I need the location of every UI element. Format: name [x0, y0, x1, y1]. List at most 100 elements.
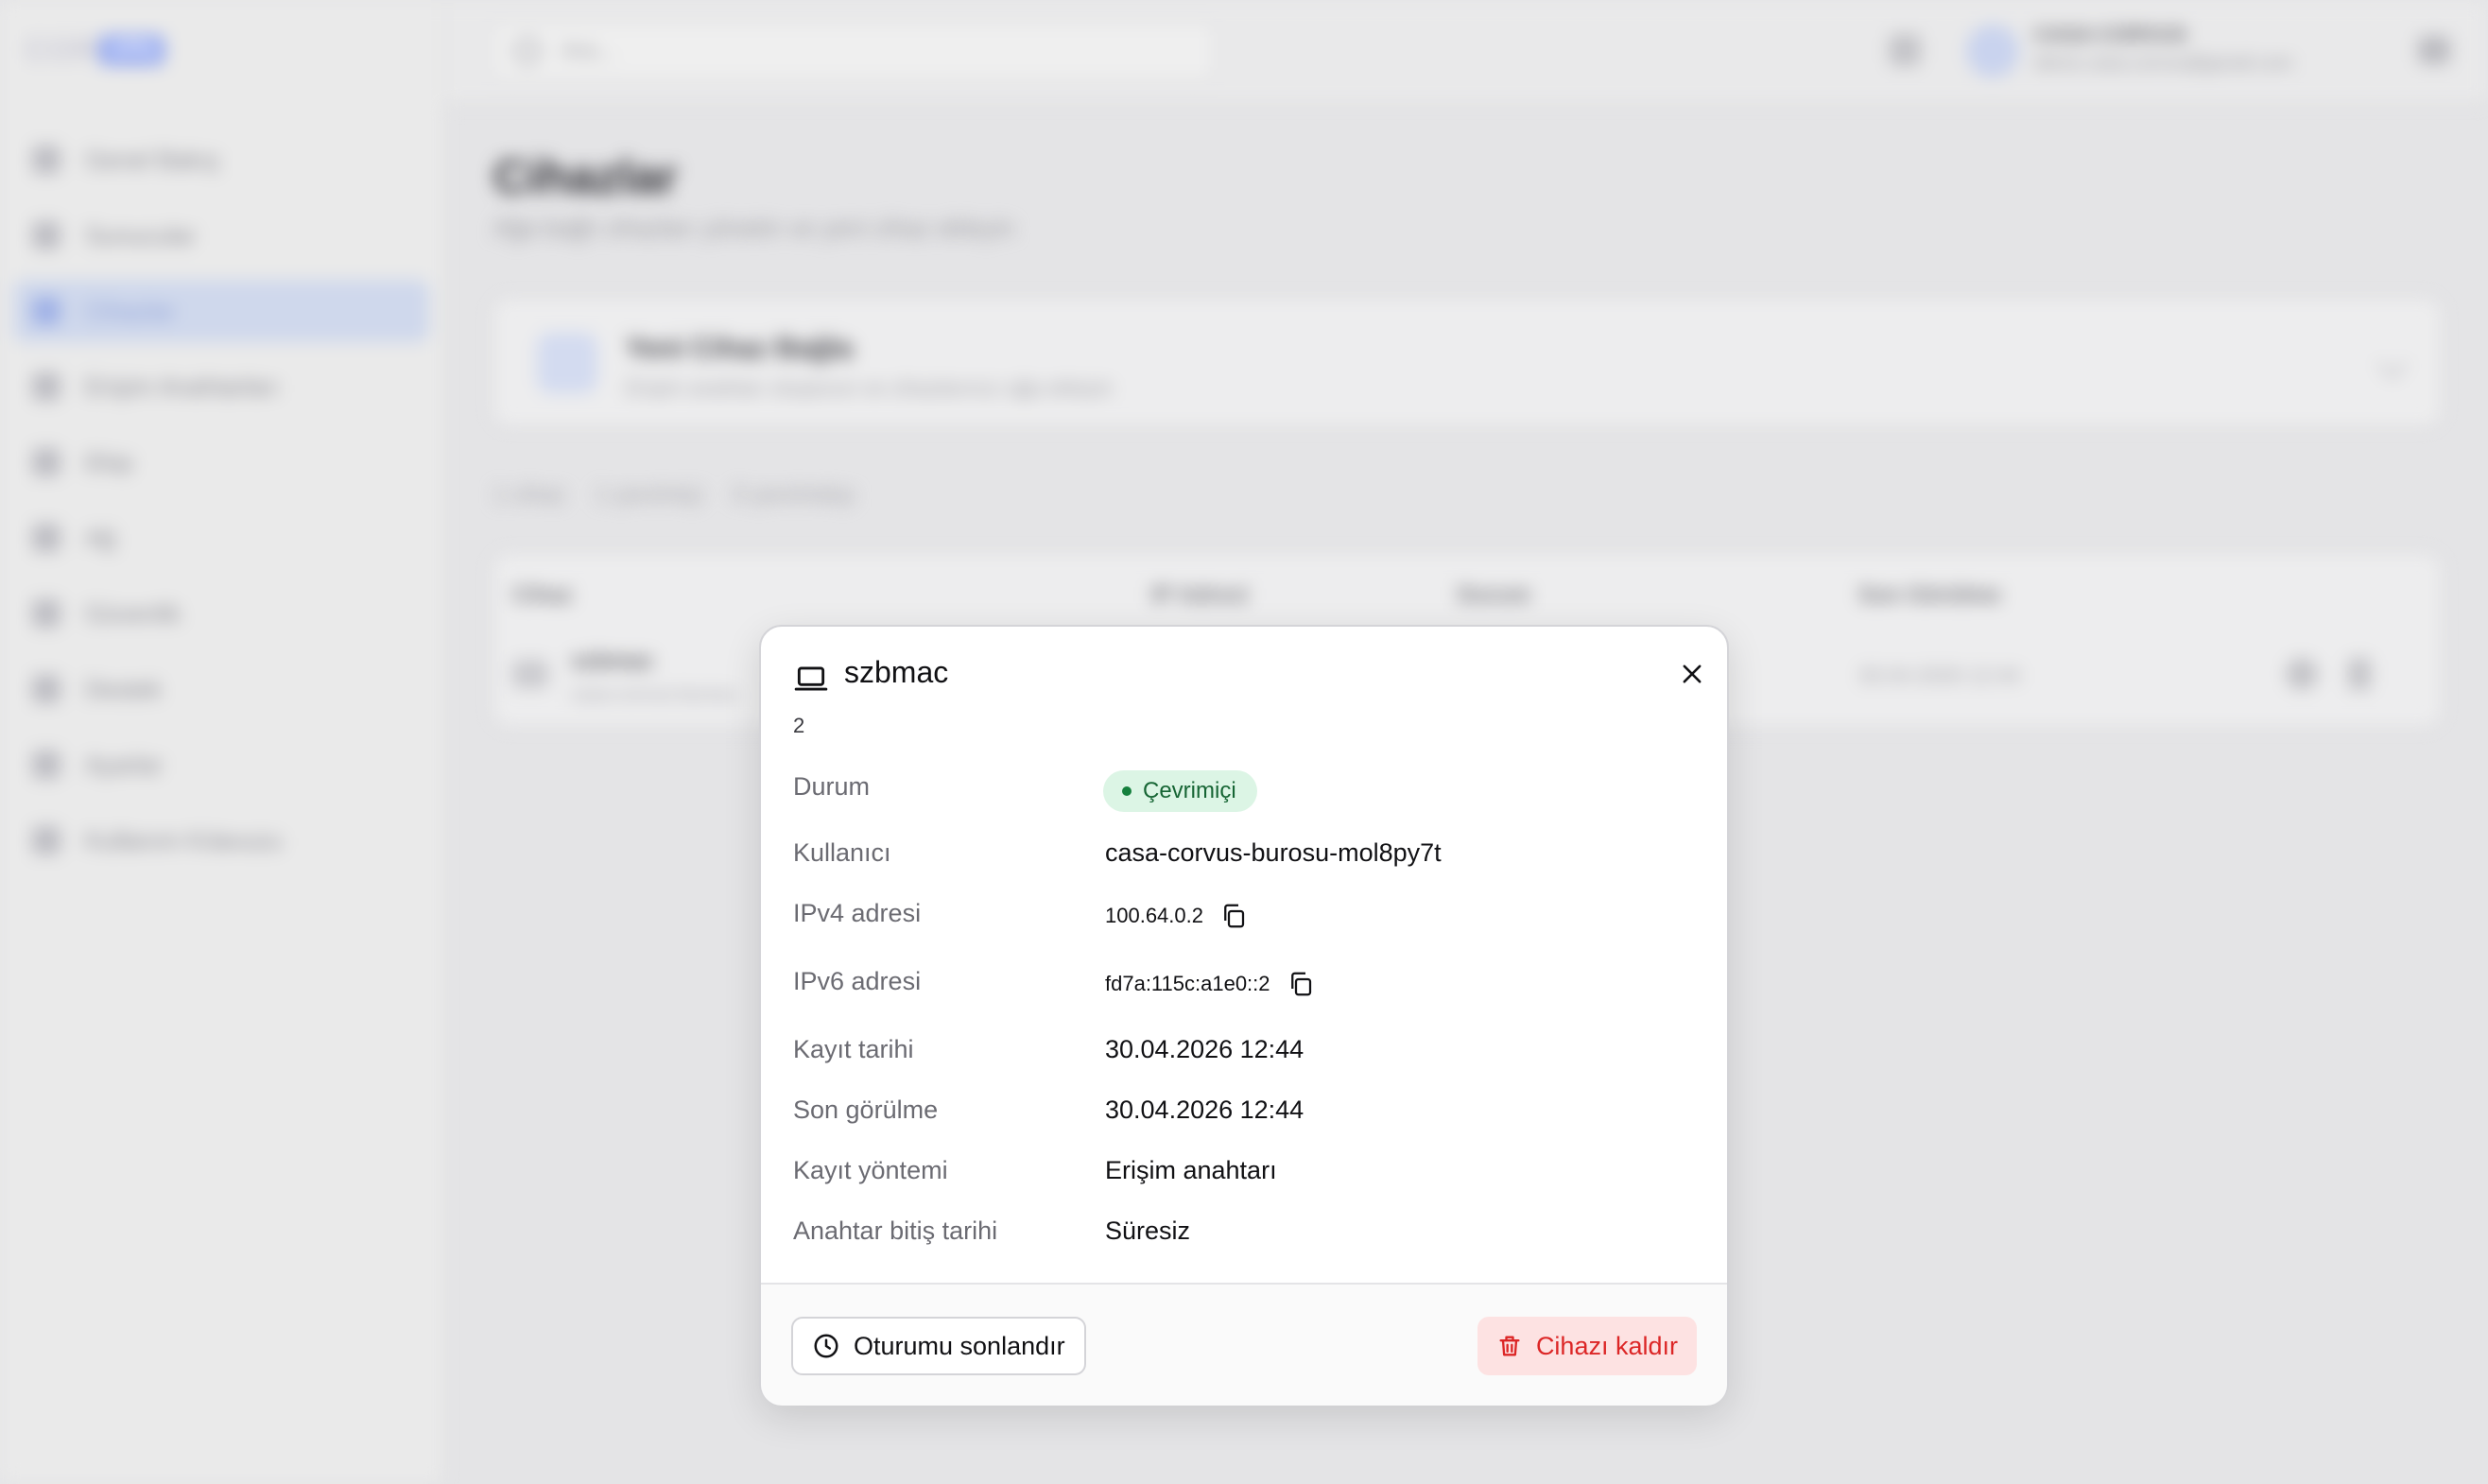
last-seen-label: Son görülme — [793, 1096, 939, 1124]
logout-icon[interactable] — [2418, 36, 2450, 64]
last-seen-value: 30.04.2026 12:44 — [1105, 1096, 1304, 1124]
method-label: Kayıt yöntemi — [793, 1156, 948, 1184]
status-value: Çevrimiçi — [1143, 778, 1236, 803]
plus-icon — [537, 333, 597, 393]
sidebar-item-label: Kullanım Kılavuzu — [85, 825, 283, 854]
trash-icon — [1499, 1336, 1520, 1356]
device-detail-dialog: szbmac 2 Durum Çevrimiçi Kullanıcı casa-… — [759, 625, 1729, 1406]
stat-online: 1 çevrimiçi — [596, 482, 703, 508]
sidebar-nav: Genel Bakış Sunucular Cihazlar Erişim An… — [13, 129, 429, 885]
page-title: Cihazlar — [493, 150, 678, 203]
device-icon — [32, 297, 60, 325]
page-subtitle: Ağa bağlı cihazları yönetin ve yeni ciha… — [493, 214, 1014, 242]
sidebar-item-label: Erişim Anahtarları — [85, 371, 280, 401]
sidebar-item-overview[interactable]: Genel Bakış — [13, 129, 429, 191]
info-icon[interactable] — [2286, 658, 2318, 690]
user-value: casa-corvus-burosu-mol8py7t — [1105, 838, 1442, 867]
trash-icon[interactable] — [2348, 658, 2371, 690]
topbar: Ara... CASA CORVUS demo.casa.corvus@gmai… — [444, 0, 2488, 104]
method-value: Erişim anahtarı — [1105, 1156, 1277, 1184]
laptop-icon — [512, 660, 548, 688]
sidebar-item-access-keys[interactable]: Erişim Anahtarları — [13, 355, 429, 418]
logo-badge: VPN — [98, 35, 164, 65]
key-icon — [32, 372, 60, 401]
sidebar-item-security[interactable]: Güvenlik — [13, 582, 429, 645]
device-id: 2 — [793, 714, 805, 737]
status-dot-icon — [1122, 786, 1132, 796]
ipv4-label: IPv4 adresi — [793, 899, 922, 927]
sidebar-item-label: Ekip — [85, 447, 133, 476]
help-icon — [32, 675, 60, 703]
remove-device-button[interactable]: Cihazı kaldır — [1477, 1317, 1697, 1375]
user-label: Kullanıcı — [793, 838, 891, 867]
new-device-card[interactable]: Yeni Cihaz Bağla Erişim anahtarı oluştur… — [492, 297, 2443, 427]
search-placeholder: Ara... — [562, 38, 616, 63]
row-device-user: casa-corvus-burosu — [571, 684, 737, 705]
sidebar-item-settings[interactable]: Ayarlar — [13, 733, 429, 796]
users-icon — [32, 448, 60, 476]
sidebar-item-servers[interactable]: Sunucular — [13, 204, 429, 267]
ipv6-value: fd7a:115c:a1e0::2 — [1105, 972, 1270, 995]
copy-ipv6-button[interactable] — [1286, 969, 1316, 999]
sidebar-item-label: Genel Bakış — [85, 145, 219, 174]
server-icon — [32, 221, 60, 250]
clock-icon — [814, 1334, 838, 1358]
registered-label: Kayıt tarihi — [793, 1035, 914, 1063]
close-button[interactable] — [1671, 653, 1713, 695]
row-device-name[interactable]: szbmac — [571, 648, 654, 675]
expiry-value: Süresiz — [1105, 1217, 1191, 1245]
user-email: demo.casa.corvus@gmail.com — [2034, 53, 2293, 74]
gear-icon — [32, 751, 60, 779]
shield-icon — [32, 599, 60, 628]
new-device-title: Yeni Cihaz Bağla — [626, 333, 854, 364]
user-name: CASA CORVUS — [2034, 23, 2187, 46]
sidebar-item-label: Cihazlar — [85, 296, 176, 325]
sidebar-item-label: Ağ — [85, 523, 115, 552]
ipv6-row: fd7a:115c:a1e0::2 — [1105, 969, 1316, 999]
new-device-subtitle: Erişim anahtarı oluşturun ve cihazlarını… — [626, 376, 1113, 400]
end-session-label: Oturumu sonlandır — [854, 1331, 1065, 1360]
sidebar-item-label: Ayarlar — [85, 750, 163, 779]
bell-icon[interactable] — [1889, 34, 1921, 66]
dialog-title: szbmac — [844, 655, 949, 689]
device-stats: 1 cihaz 1 çevrimiçi 0 çevrimdışı — [493, 482, 855, 509]
sidebar: COR VPN Genel Bakış Sunucular Cihazlar E… — [0, 0, 444, 1484]
avatar[interactable] — [1966, 25, 2019, 78]
search-input[interactable]: Ara... — [490, 21, 1216, 81]
sidebar-item-label: Destek — [85, 674, 162, 703]
close-icon — [1683, 664, 1702, 683]
sidebar-item-label: Sunucular — [85, 220, 197, 250]
status-badge: Çevrimiçi — [1103, 770, 1257, 812]
stat-offline: 0 çevrimdışı — [733, 482, 855, 508]
ipv4-value: 100.64.0.2 — [1105, 904, 1203, 927]
registered-value: 30.04.2026 12:44 — [1105, 1035, 1304, 1063]
column-header-ip: IP Adresi — [1151, 582, 1249, 608]
copy-icon — [1290, 972, 1311, 996]
sidebar-item-team[interactable]: Ekip — [13, 431, 429, 493]
ipv4-row: 100.64.0.2 — [1105, 901, 1249, 931]
search-icon — [514, 38, 541, 64]
column-header-status: Durum — [1458, 582, 1531, 608]
expiry-label: Anahtar bitiş tarihi — [793, 1217, 998, 1245]
end-session-button[interactable]: Oturumu sonlandır — [791, 1317, 1086, 1375]
logo: COR VPN — [25, 31, 164, 68]
grid-icon — [32, 146, 60, 174]
chevron-down-icon — [2377, 349, 2408, 379]
sidebar-item-guide[interactable]: Kullanım Kılavuzu — [13, 809, 429, 871]
row-last-seen: 30.04.2026 12:44 — [1858, 664, 2021, 687]
sidebar-item-network[interactable]: Ağ — [13, 507, 429, 569]
book-icon — [32, 826, 60, 854]
sidebar-item-label: Güvenlik — [85, 598, 181, 628]
laptop-icon — [794, 666, 828, 691]
copy-ipv4-button[interactable] — [1218, 901, 1249, 931]
column-header-device: Cihaz — [512, 582, 574, 608]
stat-total: 1 cihaz — [493, 482, 566, 508]
ipv6-label: IPv6 adresi — [793, 967, 922, 995]
remove-device-label: Cihazı kaldır — [1535, 1331, 1678, 1360]
status-label: Durum — [793, 772, 871, 801]
sidebar-item-support[interactable]: Destek — [13, 658, 429, 720]
logo-text: COR — [25, 31, 99, 68]
column-header-last-seen: Son Görülme — [1858, 582, 2001, 608]
copy-icon — [1224, 904, 1245, 928]
sidebar-item-devices[interactable]: Cihazlar — [13, 280, 429, 342]
